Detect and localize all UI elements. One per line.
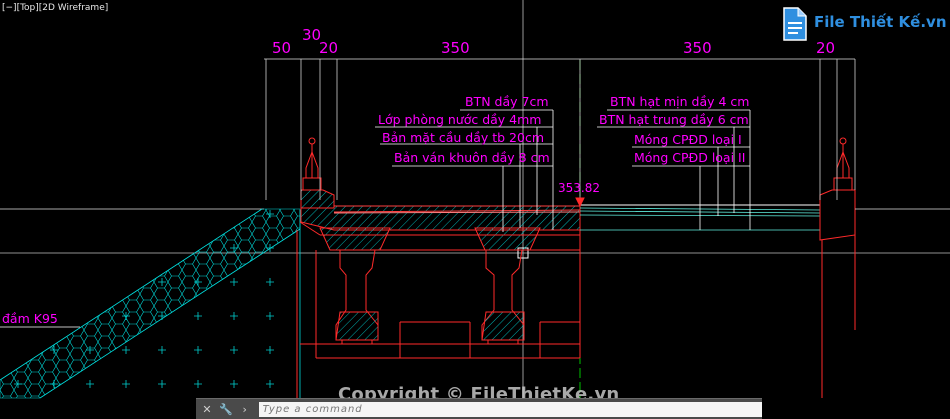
annotation-waterproof: Lớp phòng nước dầy 4mm bbox=[378, 112, 541, 127]
right-railing bbox=[819, 137, 856, 398]
label-compaction: đầm K95 bbox=[2, 311, 58, 326]
drawing-viewport[interactable]: 50 30 20 350 350 20 BTN dầy 7cm Lớp phòn… bbox=[0, 0, 950, 419]
annotation-btn-7cm: BTN dầy 7cm bbox=[465, 94, 549, 109]
annotation-formwork: Bản ván khuôn dầy 8 cm bbox=[394, 150, 550, 165]
filethietke-logo: File Thiết Kế.vn bbox=[780, 2, 948, 46]
command-input[interactable]: Type a command bbox=[258, 401, 763, 417]
dimension-lines bbox=[264, 58, 856, 200]
close-icon[interactable]: ✕ bbox=[199, 401, 215, 417]
dim-350-right: 350 bbox=[683, 39, 712, 57]
annotation-btn-fine: BTN hạt mịn dầy 4 cm bbox=[610, 94, 749, 109]
viewport-controls[interactable]: [−][Top][2D Wireframe] bbox=[2, 3, 108, 13]
girders bbox=[300, 249, 580, 359]
dim-50: 50 bbox=[272, 39, 291, 57]
dim-350-left: 350 bbox=[441, 39, 470, 57]
wrench-icon[interactable]: 🔧 bbox=[218, 401, 234, 417]
bridge-deck bbox=[299, 205, 581, 251]
annotation-base-2: Móng CPĐD loại II bbox=[634, 150, 745, 165]
annotation-btn-medium: BTN hạt trung dầy 6 cm bbox=[599, 112, 749, 127]
annotation-deck-slab: Bản mặt cầu dầy tb 20cm bbox=[382, 130, 544, 145]
dim-20-left: 20 bbox=[319, 39, 338, 57]
logo-icon bbox=[783, 7, 807, 41]
chevron-icon[interactable]: › bbox=[237, 401, 253, 417]
elevation-value: 353.82 bbox=[558, 181, 600, 195]
cad-drawing[interactable]: 50 30 20 350 350 20 BTN dầy 7cm Lớp phòn… bbox=[0, 0, 950, 418]
logo-text: File Thiết Kế bbox=[814, 13, 921, 31]
left-railing bbox=[300, 137, 335, 209]
annotation-base-1: Móng CPĐD loại I bbox=[634, 132, 742, 147]
logo-ext: .vn bbox=[920, 13, 947, 31]
command-line[interactable]: ✕ 🔧 › Type a command bbox=[196, 398, 763, 419]
